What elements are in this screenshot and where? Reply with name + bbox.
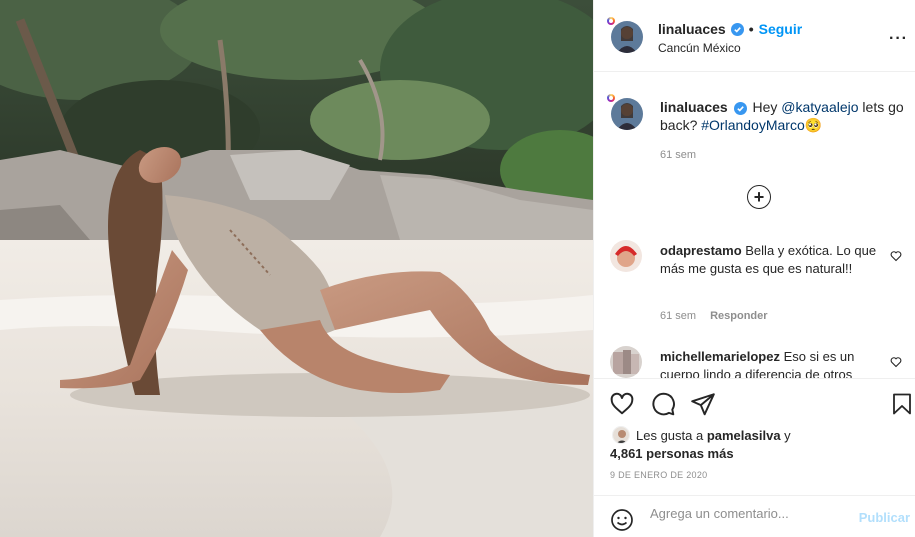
liker-username[interactable]: pamelasilva	[707, 428, 781, 443]
heart-icon[interactable]	[609, 391, 635, 417]
comment-meta: 61 sem Responder	[660, 310, 768, 322]
post-header: linaluaces • Seguir Cancún México ···	[594, 0, 915, 72]
likes-line: Les gusta a pamelasilva y	[636, 428, 791, 443]
load-more-comments-button[interactable]: +	[747, 185, 771, 209]
caption-emoji: 🥺	[804, 117, 823, 133]
comment-like-heart-icon[interactable]	[890, 250, 902, 262]
caption-mention-link[interactable]: @katyaalejo	[781, 99, 858, 115]
caption-text: linaluaces Hey @katyaalejo lets go back?…	[660, 98, 905, 134]
caption-username[interactable]: linaluaces	[660, 99, 728, 115]
caption-hashtag-link[interactable]: #OrlandoyMarco	[701, 117, 805, 133]
reply-button[interactable]: Responder	[710, 310, 767, 322]
caption-avatar[interactable]	[607, 94, 643, 130]
add-comment-bar: Publicar	[594, 495, 915, 537]
bookmark-icon[interactable]	[890, 391, 914, 417]
post-date[interactable]: 9 DE ENERO DE 2020	[610, 470, 707, 480]
post-photo[interactable]	[0, 0, 593, 537]
comment-text-block: michellemarielopez Eso si es un cuerpo l…	[660, 348, 885, 378]
avatar-image	[611, 98, 643, 130]
header-user-line: linaluaces • Seguir	[658, 21, 802, 37]
author-username[interactable]: linaluaces	[658, 21, 726, 37]
verified-badge-icon	[733, 102, 747, 115]
smiley-icon[interactable]	[610, 508, 634, 532]
paper-plane-icon[interactable]	[690, 391, 716, 417]
post-modal: linaluaces • Seguir Cancún México ··· li…	[0, 0, 915, 537]
avatar-image	[610, 240, 642, 272]
verified-badge-icon	[730, 22, 744, 36]
beach-photo-image	[0, 0, 593, 537]
comment-icon[interactable]	[650, 391, 676, 417]
caption-text-pre: Hey	[752, 99, 782, 115]
likes-count-link[interactable]: 4,861 personas más	[610, 446, 734, 461]
post-actions-bar	[594, 378, 915, 428]
more-horizontal-icon[interactable]: ···	[889, 30, 908, 48]
avatar-image	[611, 21, 643, 53]
caption-timestamp[interactable]: 61 sem	[660, 149, 696, 161]
comment-text-block: odaprestamo Bella y exótica. Lo que más …	[660, 242, 885, 278]
author-avatar[interactable]	[607, 17, 643, 53]
likes-prefix: Les gusta a	[636, 428, 707, 443]
comment-input[interactable]	[650, 506, 850, 521]
comment-like-heart-icon[interactable]	[890, 356, 902, 368]
comment-timestamp[interactable]: 61 sem	[660, 310, 696, 322]
comment-username[interactable]: odaprestamo	[660, 243, 742, 258]
liker-avatar[interactable]	[612, 426, 630, 444]
separator-dot: •	[748, 21, 754, 37]
avatar-image	[610, 346, 642, 378]
publish-button[interactable]: Publicar	[859, 510, 910, 525]
comments-list: odaprestamo Bella y exótica. Lo que más …	[594, 228, 915, 378]
post-side-panel: linaluaces • Seguir Cancún México ··· li…	[593, 0, 915, 537]
follow-button[interactable]: Seguir	[759, 21, 803, 37]
likes-suffix: y	[780, 428, 791, 443]
comment-username[interactable]: michellemarielopez	[660, 349, 780, 364]
post-location[interactable]: Cancún México	[658, 41, 741, 55]
